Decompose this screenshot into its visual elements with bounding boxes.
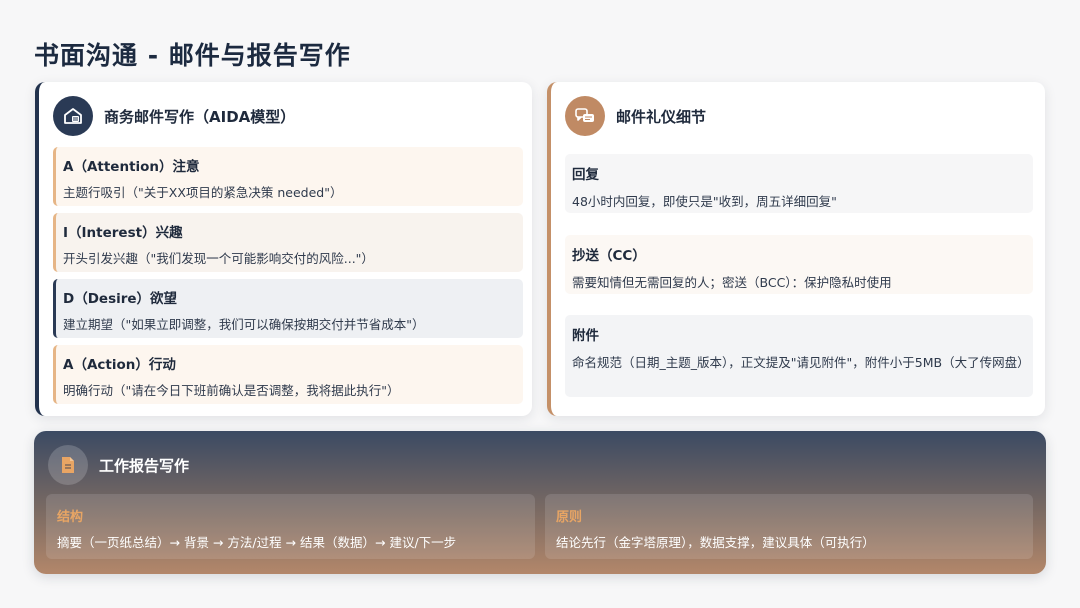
report-panel-title: 结构 bbox=[57, 510, 84, 525]
report-panel-desc: 摘要（一页纸总结）→ 背景 → 方法/过程 → 结果（数据）→ 建议/下一步 bbox=[57, 535, 457, 550]
report-card-title: 工作报告写作 bbox=[99, 456, 190, 475]
page-title: 书面沟通 - 邮件与报告写作 bbox=[34, 41, 351, 70]
etiquette-item-title: 抄送（CC） bbox=[572, 248, 646, 264]
report-panel-structure: 结构 摘要（一页纸总结）→ 背景 → 方法/过程 → 结果（数据）→ 建议/下一… bbox=[46, 494, 535, 559]
report-card-header: 工作报告写作 bbox=[48, 445, 189, 485]
etiquette-item-desc: 48小时内回复，即使只是"收到，周五详细回复" bbox=[572, 194, 837, 209]
report-card: 工作报告写作 结构 摘要（一页纸总结）→ 背景 → 方法/过程 → 结果（数据）… bbox=[34, 431, 1046, 574]
aida-item-desc: 主题行吸引（"关于XX项目的紧急决策 needed"） bbox=[63, 185, 343, 200]
etiquette-card-header: 邮件礼仪细节 bbox=[565, 96, 706, 136]
aida-item-desc: 明确行动（"请在今日下班前确认是否调整，我将据此执行"） bbox=[63, 383, 400, 398]
etiquette-item-desc: 需要知情但无需回复的人；密送（BCC）：保护隐私时使用 bbox=[572, 275, 892, 290]
envelope-badge-icon bbox=[53, 96, 93, 136]
etiquette-item-reply: 回复 48小时内回复，即使只是"收到，周五详细回复" bbox=[565, 154, 1033, 213]
aida-item-title: A（Action）行动 bbox=[63, 357, 176, 373]
aida-card-header: 商务邮件写作（AIDA模型） bbox=[53, 96, 295, 136]
report-panel-principle: 原则 结论先行（金字塔原理），数据支撑，建议具体（可执行） bbox=[545, 494, 1033, 559]
etiquette-item-title: 附件 bbox=[572, 328, 599, 344]
etiquette-item-attachment: 附件 命名规范（日期_主题_版本），正文提及"请见附件"，附件小于5MB（大了传… bbox=[565, 315, 1033, 397]
chat-bubbles-icon bbox=[565, 96, 605, 136]
report-panel-title: 原则 bbox=[556, 510, 583, 525]
aida-item-title: D（Desire）欲望 bbox=[63, 291, 178, 307]
aida-card: 商务邮件写作（AIDA模型） A（Attention）注意 主题行吸引（"关于X… bbox=[35, 82, 532, 416]
report-panel-desc: 结论先行（金字塔原理），数据支撑，建议具体（可执行） bbox=[556, 535, 875, 550]
etiquette-item-desc: 命名规范（日期_主题_版本），正文提及"请见附件"，附件小于5MB（大了传网盘） bbox=[572, 355, 1030, 370]
etiquette-item-title: 回复 bbox=[572, 167, 599, 183]
aida-item-interest: I（Interest）兴趣 开头引发兴趣（"我们发现一个可能影响交付的风险...… bbox=[53, 213, 523, 272]
aida-item-attention: A（Attention）注意 主题行吸引（"关于XX项目的紧急决策 needed… bbox=[53, 147, 523, 206]
etiquette-item-cc: 抄送（CC） 需要知情但无需回复的人；密送（BCC）：保护隐私时使用 bbox=[565, 235, 1033, 294]
aida-item-title: A（Attention）注意 bbox=[63, 159, 200, 175]
document-icon bbox=[48, 445, 88, 485]
aida-card-title: 商务邮件写作（AIDA模型） bbox=[104, 107, 296, 126]
etiquette-card-title: 邮件礼仪细节 bbox=[616, 107, 707, 126]
etiquette-card: 邮件礼仪细节 回复 48小时内回复，即使只是"收到，周五详细回复" 抄送（CC）… bbox=[547, 82, 1045, 416]
aida-item-desc: 开头引发兴趣（"我们发现一个可能影响交付的风险..."） bbox=[63, 251, 374, 266]
aida-item-title: I（Interest）兴趣 bbox=[63, 225, 183, 241]
aida-item-desire: D（Desire）欲望 建立期望（"如果立即调整，我们可以确保按期交付并节省成本… bbox=[53, 279, 523, 338]
aida-item-desc: 建立期望（"如果立即调整，我们可以确保按期交付并节省成本"） bbox=[63, 317, 425, 332]
aida-item-action: A（Action）行动 明确行动（"请在今日下班前确认是否调整，我将据此执行"） bbox=[53, 345, 523, 404]
